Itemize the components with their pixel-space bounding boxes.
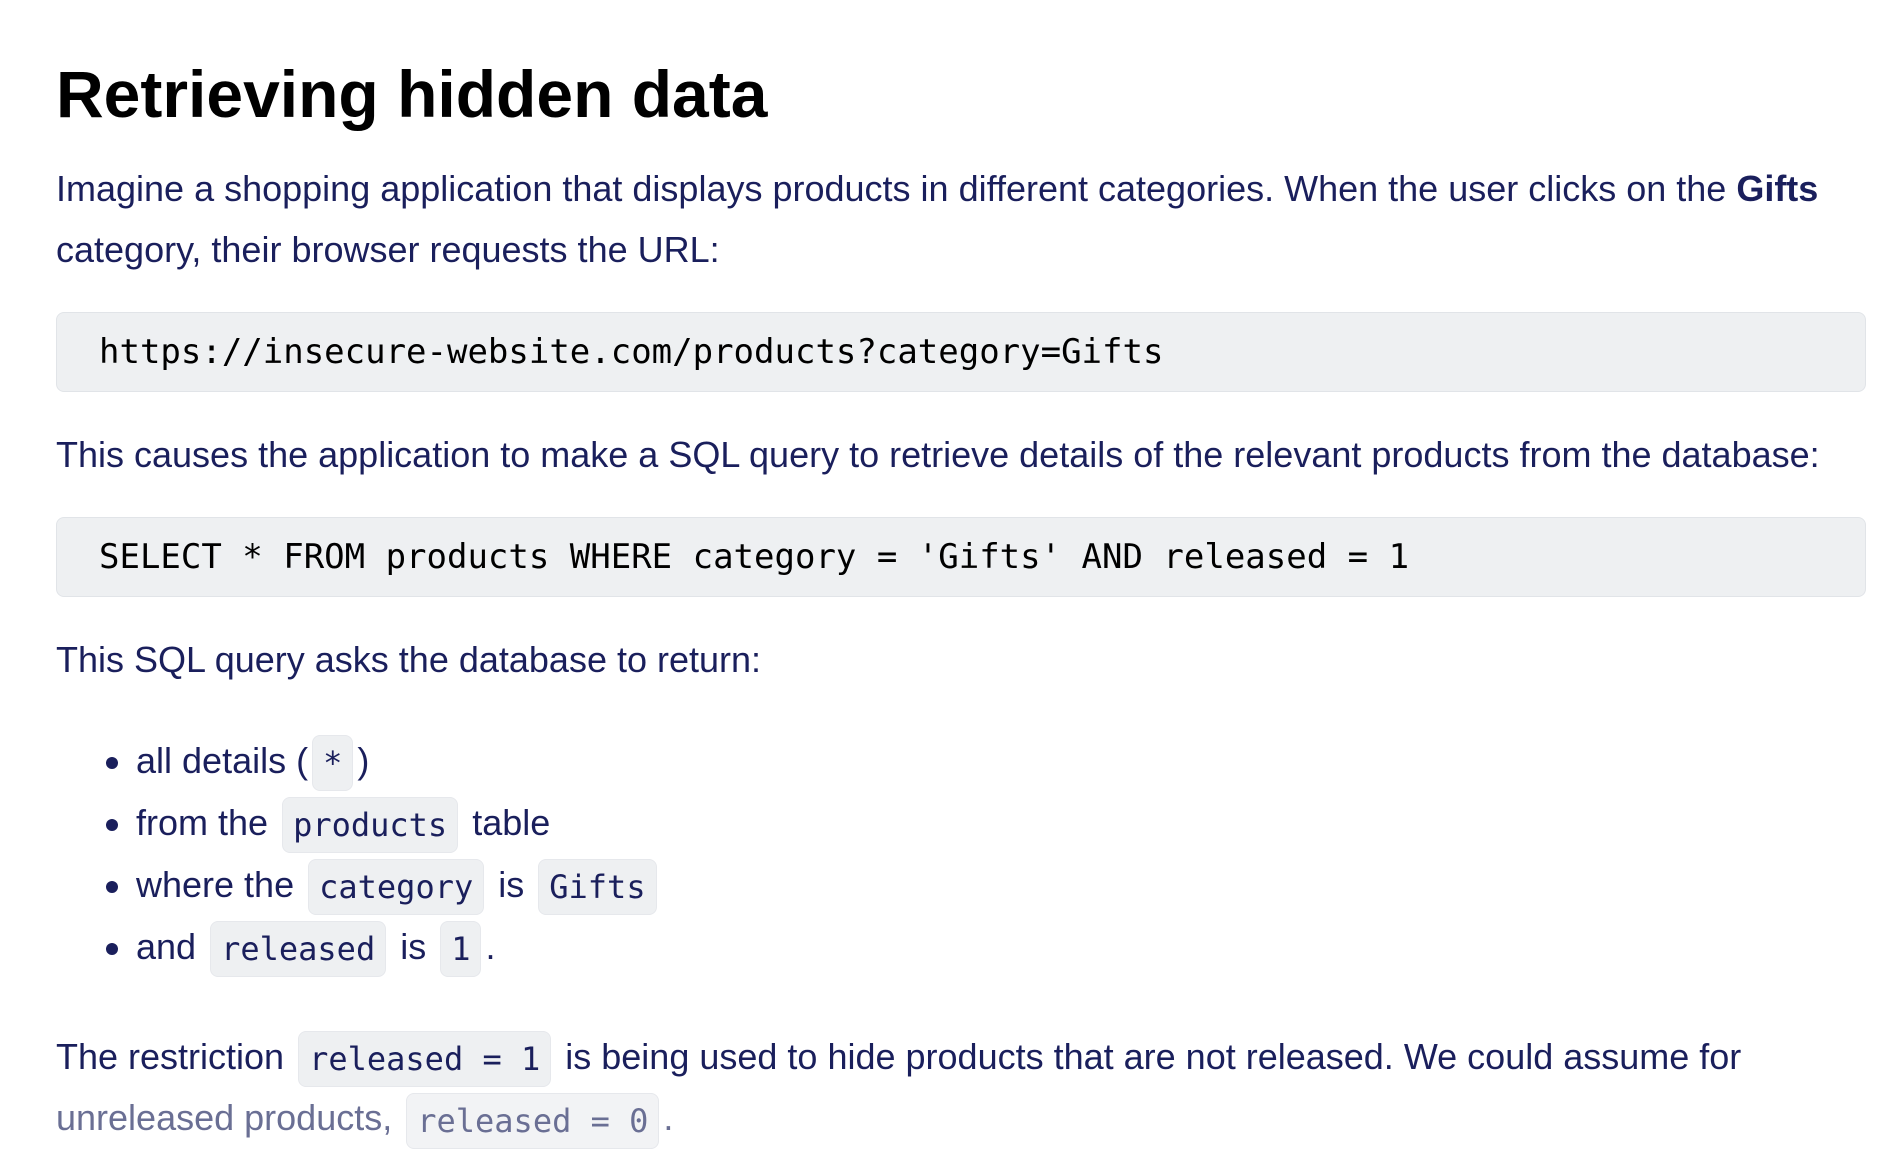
- restriction-text: .: [663, 1097, 674, 1139]
- list-text: where the: [136, 864, 305, 905]
- list-text: from the: [136, 802, 279, 843]
- url-code-block: https://insecure-website.com/products?ca…: [56, 312, 1866, 392]
- query-breakdown-list: all details (*) from the products table …: [56, 730, 1866, 978]
- list-text: .: [485, 926, 496, 967]
- bullet-icon: [106, 881, 118, 893]
- causes-paragraph: This causes the application to make a SQ…: [56, 434, 1820, 475]
- inline-code: released = 0: [406, 1092, 660, 1149]
- list-text: is: [488, 864, 535, 905]
- restriction-text: unreleased products,: [56, 1097, 403, 1139]
- list-item: all details (*): [106, 730, 1866, 792]
- intro-bold-gifts: Gifts: [1736, 168, 1819, 209]
- asks-paragraph: This SQL query asks the database to retu…: [56, 639, 762, 680]
- list-item: where the category is Gifts: [106, 854, 1866, 916]
- intro-text-1: Imagine a shopping application that disp…: [56, 168, 1737, 209]
- list-text: table: [462, 802, 551, 843]
- bullet-icon: [106, 757, 118, 769]
- inline-code: released: [210, 921, 387, 978]
- restriction-text: is being used to hide products that are …: [555, 1036, 1742, 1077]
- sql-code-block: SELECT * FROM products WHERE category = …: [56, 517, 1866, 597]
- bullet-icon: [106, 819, 118, 831]
- list-text: and: [136, 926, 207, 967]
- faded-continuation: unreleased products, released = 0.: [56, 1092, 674, 1149]
- inline-code: products: [282, 797, 459, 854]
- list-text: all details (: [136, 740, 309, 781]
- inline-code: 1: [440, 921, 482, 978]
- restriction-paragraph: The restriction released = 1 is being us…: [56, 1026, 1866, 1149]
- inline-code: category: [308, 859, 485, 916]
- bullet-icon: [106, 943, 118, 955]
- list-item: from the products table: [106, 792, 1866, 854]
- inline-code: Gifts: [538, 859, 657, 916]
- page-title: Retrieving hidden data: [56, 57, 768, 131]
- article-content: Retrieving hidden data Imagine a shoppin…: [0, 0, 1866, 1149]
- list-text: is: [390, 926, 437, 967]
- intro-text-2: category, their browser requests the URL…: [56, 229, 720, 270]
- restriction-text: The restriction: [56, 1036, 295, 1077]
- inline-code: released = 1: [298, 1031, 552, 1088]
- list-text: ): [357, 740, 370, 781]
- list-item: and released is 1.: [106, 916, 1866, 978]
- intro-paragraph: Imagine a shopping application that disp…: [56, 158, 1866, 280]
- inline-code: *: [312, 735, 354, 792]
